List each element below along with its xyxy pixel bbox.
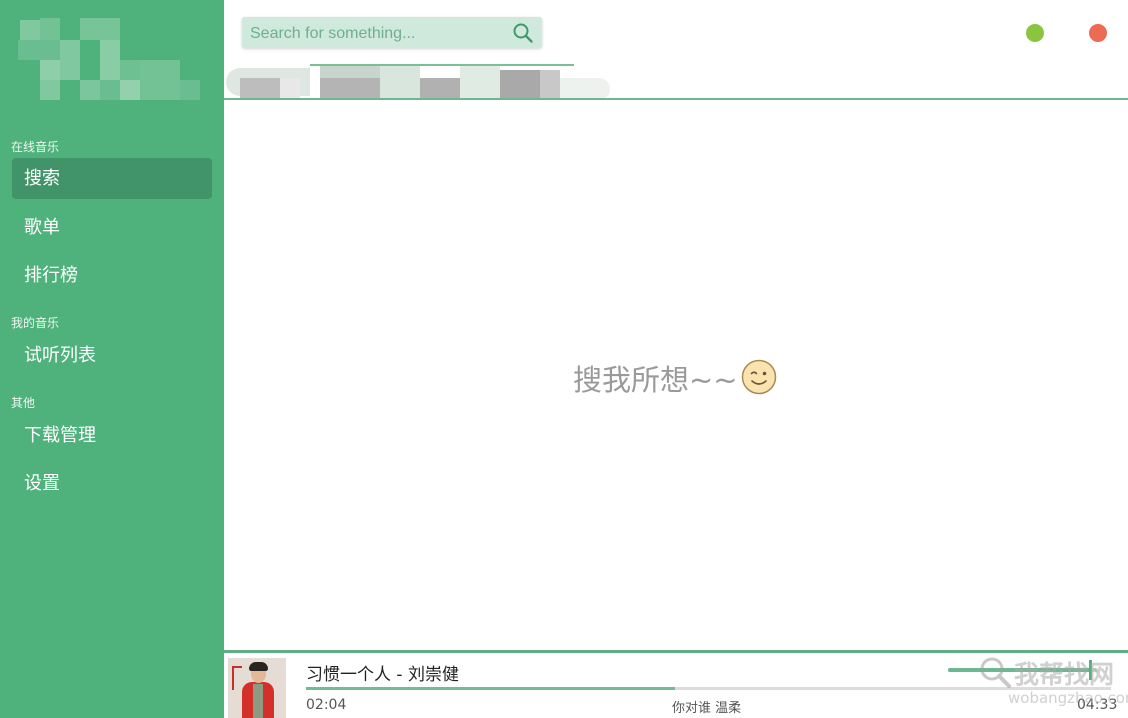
watermark-url: wobangzhao.com [1008, 689, 1128, 707]
tabs-pixelated [226, 64, 612, 102]
sidebar-item-settings[interactable]: 设置 [12, 463, 212, 504]
main-panel: 搜我所想~~ [224, 0, 1128, 650]
sidebar-item-search[interactable]: 搜索 [12, 158, 212, 199]
album-cover[interactable] [228, 658, 286, 718]
sidebar: 在线音乐 搜索 歌单 排行榜 我的音乐 试听列表 其他 下载管理 设置 [0, 0, 224, 718]
player-bar: 习惯一个人 - 刘崇健 02:04 你对谁 温柔 04:33 我帮找网 woba… [224, 650, 1128, 718]
sidebar-item-listen-list[interactable]: 试听列表 [12, 335, 212, 376]
sidebar-item-playlists[interactable]: 歌单 [12, 207, 212, 248]
sidebar-item-downloads[interactable]: 下载管理 [12, 415, 212, 456]
sidebar-item-charts[interactable]: 排行榜 [12, 255, 212, 296]
search-icon[interactable] [512, 22, 534, 44]
close-button[interactable] [1089, 24, 1107, 42]
logo-pixelated [18, 18, 200, 100]
tabs-underline [224, 98, 1128, 100]
section-title-my-music: 我的音乐 [11, 316, 60, 330]
watermark-text: 我帮找网 [1014, 660, 1115, 689]
search-box[interactable] [242, 17, 542, 50]
empty-state-text: 搜我所想~~ [573, 363, 738, 397]
current-time: 02:04 [306, 697, 347, 713]
minimize-button[interactable] [1026, 24, 1044, 42]
watermark: 我帮找网 wobangzhao.com [976, 653, 1128, 717]
search-input[interactable] [248, 17, 512, 50]
magnifier-icon [980, 657, 1011, 688]
lyric-line: 你对谁 温柔 [672, 701, 742, 716]
section-title-online: 在线音乐 [11, 140, 60, 154]
wink-emoji-icon [741, 359, 777, 395]
progress-fill [306, 687, 675, 690]
section-title-other: 其他 [11, 396, 36, 410]
song-title: 习惯一个人 - 刘崇健 [306, 665, 459, 685]
